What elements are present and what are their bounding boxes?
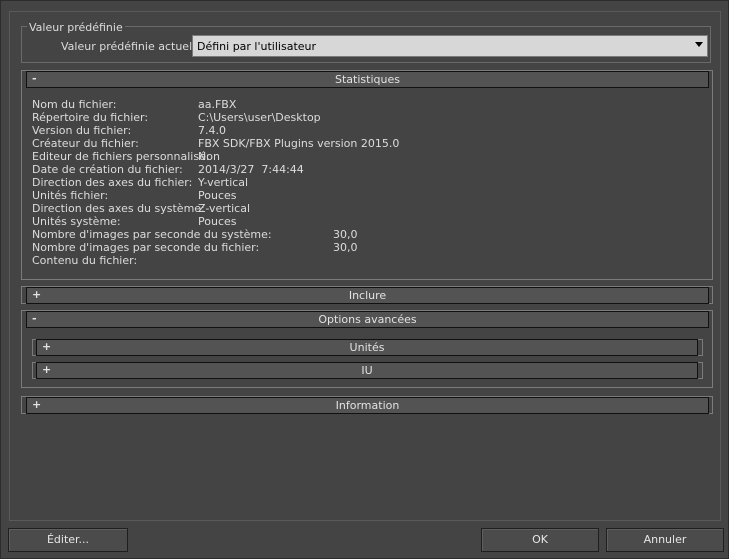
information-rollout-header[interactable]: + Information bbox=[26, 397, 709, 414]
stat-label: Direction des axes du fichier: bbox=[32, 176, 193, 189]
expand-icon[interactable]: + bbox=[42, 340, 51, 354]
current-preset-dropdown[interactable]: Défini par l'utilisateur bbox=[192, 35, 708, 57]
include-title: Inclure bbox=[348, 289, 387, 302]
cancel-button[interactable]: Annuler bbox=[606, 528, 724, 552]
stat-label: Contenu du fichier: bbox=[32, 254, 138, 267]
include-rollout-header[interactable]: + Inclure bbox=[26, 287, 709, 304]
statistics-rollout-header[interactable]: - Statistiques bbox=[26, 71, 709, 88]
stat-label: Nombre d'images par seconde du fichier: bbox=[32, 241, 260, 254]
stat-label: Unités système: bbox=[32, 215, 121, 228]
current-preset-label: Valeur prédéfinie actuelle: bbox=[61, 40, 206, 53]
stat-value: Non bbox=[198, 150, 220, 163]
ok-button[interactable]: OK bbox=[481, 528, 599, 552]
stat-value: 7.4.0 bbox=[198, 124, 226, 137]
stat-value: Z-vertical bbox=[198, 202, 251, 215]
ui-rollout-header[interactable]: + IU bbox=[36, 362, 698, 379]
stat-value: 30,0 bbox=[333, 241, 358, 254]
information-title: Information bbox=[335, 399, 400, 412]
stat-value: Y-vertical bbox=[198, 176, 249, 189]
stat-label: Direction des axes du système: bbox=[32, 202, 205, 215]
statistics-title: Statistiques bbox=[335, 73, 400, 86]
units-rollout-header[interactable]: + Unités bbox=[36, 339, 698, 356]
fbx-import-dialog: Valeur prédéfinie Valeur prédéfinie actu… bbox=[0, 0, 729, 559]
stat-label: Unités fichier: bbox=[32, 189, 109, 202]
stat-value: 30,0 bbox=[333, 228, 358, 241]
stat-value: C:\Users\user\Desktop bbox=[198, 111, 321, 124]
expand-icon[interactable]: + bbox=[32, 288, 41, 302]
stat-label: Editeur de fichiers personnalisé: bbox=[32, 150, 210, 163]
advanced-options-title: Options avancées bbox=[318, 313, 417, 326]
stat-label: Version du fichier: bbox=[32, 124, 132, 137]
stat-value: FBX SDK/FBX Plugins version 2015.0 bbox=[198, 137, 400, 150]
preset-group-title: Valeur prédéfinie bbox=[27, 21, 125, 34]
ui-title: IU bbox=[361, 364, 373, 377]
current-preset-value: Défini par l'utilisateur bbox=[197, 40, 317, 53]
stat-value: 2014/3/27 7:44:44 bbox=[198, 163, 304, 176]
expand-icon[interactable]: + bbox=[32, 398, 41, 412]
stat-value: Pouces bbox=[198, 189, 237, 202]
chevron-down-icon[interactable] bbox=[695, 42, 703, 47]
stat-label: Répertoire du fichier: bbox=[32, 111, 149, 124]
stat-label: Nom du fichier: bbox=[32, 98, 117, 111]
advanced-options-rollout-header[interactable]: - Options avancées bbox=[26, 311, 709, 328]
units-title: Unités bbox=[349, 341, 385, 354]
stat-value: aa.FBX bbox=[198, 98, 237, 111]
stat-value: Pouces bbox=[198, 215, 237, 228]
stat-label: Créateur du fichier: bbox=[32, 137, 139, 150]
stat-label: Date de création du fichier: bbox=[32, 163, 183, 176]
collapse-icon[interactable]: - bbox=[32, 312, 37, 326]
expand-icon[interactable]: + bbox=[42, 363, 51, 377]
edit-button[interactable]: Éditer... bbox=[8, 528, 128, 552]
collapse-icon[interactable]: - bbox=[32, 72, 37, 86]
stat-label: Nombre d'images par seconde du système: bbox=[32, 228, 272, 241]
